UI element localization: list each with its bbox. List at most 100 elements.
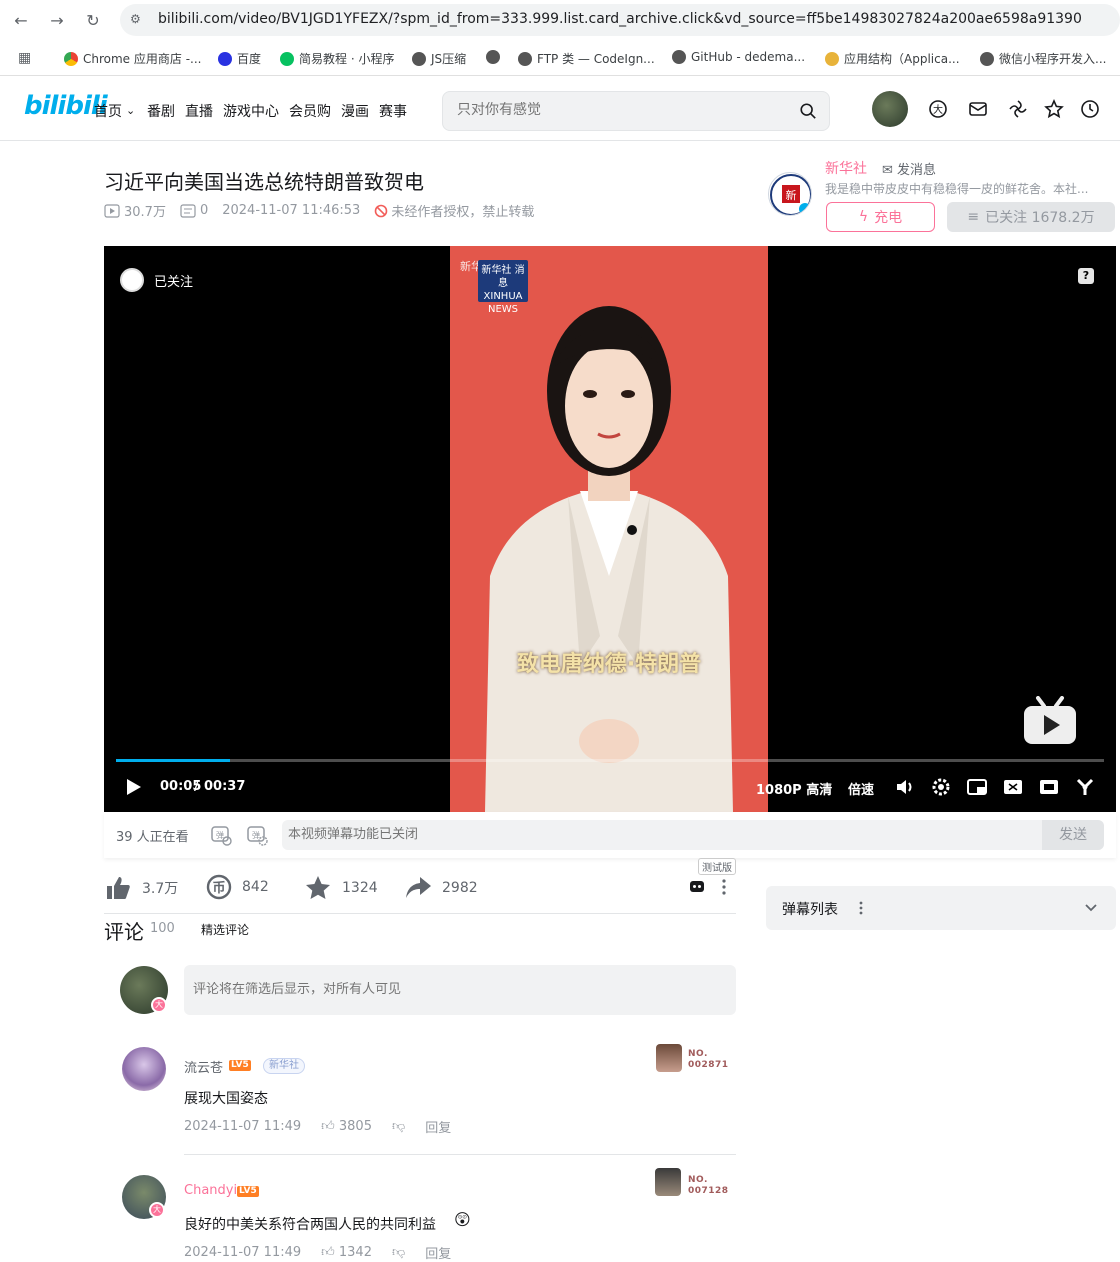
favorite-button[interactable]: 1324	[304, 874, 378, 902]
message-icon[interactable]	[968, 99, 988, 119]
volume-icon[interactable]	[894, 776, 916, 798]
bookmark-item[interactable]: 百度	[218, 50, 261, 67]
decoration-card-image	[655, 1168, 681, 1196]
search-input[interactable]	[457, 102, 777, 118]
danmaku-toggle-icon[interactable]: 弹	[210, 824, 232, 846]
progress-bar[interactable]	[116, 759, 1104, 762]
emoji-icon: 😲	[454, 1210, 471, 1229]
chevron-down-icon[interactable]: ⌄	[126, 104, 135, 117]
speed-selector[interactable]: 倍速	[848, 779, 874, 798]
svg-text:币: 币	[212, 881, 225, 896]
xinhua-news-logo: 新华社 消 息 XINHUA NEWS	[478, 260, 528, 315]
nav-game[interactable]: 游戏中心	[223, 101, 279, 121]
video-title: 习近平向美国当选总统特朗普致贺电	[104, 170, 424, 194]
player-follow-badge[interactable]: 已关注	[120, 268, 193, 292]
thumbs-down-icon[interactable]: 👎︎	[392, 1119, 405, 1134]
nav-match[interactable]: 赛事	[379, 101, 407, 121]
uploader-name[interactable]: 新华社	[825, 158, 867, 178]
comment-avatar[interactable]	[122, 1047, 166, 1091]
danmaku-bar: 39 人正在看 弹 弹 发送	[104, 812, 1116, 858]
quality-selector[interactable]: 1080P 高清	[756, 779, 832, 798]
ai-assistant-icon[interactable]	[688, 878, 706, 894]
help-icon[interactable]: ?	[1078, 268, 1094, 284]
comment-user-name[interactable]: 流云苍	[184, 1057, 223, 1076]
history-icon[interactable]	[1080, 99, 1100, 119]
danmaku-list-panel[interactable]: 弹幕列表	[766, 886, 1116, 930]
comments-count: 100	[150, 921, 175, 936]
bilibili-tv-icon[interactable]	[1022, 696, 1078, 746]
back-icon[interactable]: ←	[10, 10, 32, 32]
comment-like-button[interactable]: 👍︎ 3805	[321, 1119, 372, 1134]
address-bar[interactable]: ⚙ bilibili.com/video/BV1JGD1YFEZX/?spm_i…	[120, 4, 1120, 36]
more-icon[interactable]	[858, 900, 864, 916]
settings-icon[interactable]	[930, 776, 952, 798]
bookmark-item[interactable]: 微信小程序开发入...	[980, 50, 1106, 67]
comment-time: 2024-11-07 11:49	[184, 1119, 302, 1134]
thumbs-up-icon	[107, 877, 130, 899]
video-frame[interactable]: 新华社 bilibili 新华社 消 息 XINHUA NEWS 致电唐纳德·特…	[450, 246, 768, 812]
comment-divider	[184, 1154, 736, 1155]
xinhua-logo-icon: 新	[770, 174, 811, 215]
search-box[interactable]	[442, 91, 830, 131]
uploader-avatar[interactable]: 新	[768, 172, 812, 216]
bookmark-item[interactable]: 应用结构（Applica...	[825, 50, 960, 67]
beta-tag: 测试版	[698, 858, 736, 875]
reload-icon[interactable]: ↻	[82, 10, 104, 32]
web-fullscreen-icon[interactable]	[1038, 776, 1060, 798]
bookmarks-bar: ▦ Chrome 应用商店 -... 百度 简易教程 · 小程序 JS压缩 FT…	[0, 40, 1120, 76]
comment-box[interactable]	[184, 965, 736, 1015]
search-icon[interactable]	[799, 102, 817, 120]
url-text[interactable]: bilibili.com/video/BV1JGD1YFEZX/?spm_id_…	[158, 11, 1082, 27]
comment-text: 展现大国姿态	[184, 1091, 268, 1107]
reply-button[interactable]: 回复	[425, 1117, 451, 1136]
send-danmaku-button[interactable]: 发送	[1042, 820, 1104, 850]
coin-button[interactable]: 币 842	[206, 874, 269, 900]
video-player[interactable]: 新华社 bilibili 新华社 消 息 XINHUA NEWS 致电唐纳德·特…	[104, 246, 1116, 812]
chevron-down-icon[interactable]	[1084, 902, 1098, 914]
comments-title: 评论	[104, 920, 144, 944]
vip-icon[interactable]: 大	[928, 99, 948, 119]
avatar[interactable]	[872, 91, 908, 127]
widescreen-icon[interactable]	[1002, 776, 1024, 798]
bookmark-item[interactable]: JS压缩	[412, 50, 466, 67]
favorite-icon[interactable]	[1044, 99, 1064, 119]
bookmark-item[interactable]: Chrome 应用商店 -...	[64, 50, 201, 67]
more-icon[interactable]	[720, 878, 728, 896]
user-level-badge: LV5	[237, 1186, 259, 1197]
apps-icon[interactable]: ▦	[18, 50, 31, 66]
send-message-link[interactable]: ✉ 发消息	[882, 159, 936, 178]
play-count-icon	[104, 203, 120, 218]
nav-home[interactable]: 首页	[94, 101, 122, 121]
comments-filter[interactable]: 精选评论	[201, 921, 249, 938]
share-icon	[406, 877, 431, 898]
like-button[interactable]: 3.7万	[104, 874, 178, 902]
danmaku-settings-icon[interactable]: 弹	[246, 824, 268, 846]
bookmark-item[interactable]: FTP 类 — CodeIgn...	[518, 50, 655, 67]
dynamic-icon[interactable]	[1008, 99, 1028, 119]
nav-live[interactable]: 直播	[185, 101, 213, 121]
nav-manga[interactable]: 漫画	[341, 101, 369, 121]
view-count: 30.7万	[104, 201, 166, 220]
follow-button[interactable]: ≡ 已关注 1678.2万	[947, 202, 1115, 232]
forward-icon[interactable]: →	[46, 10, 68, 32]
reply-button[interactable]: 回复	[425, 1243, 451, 1262]
play-icon[interactable]	[122, 776, 144, 798]
comment-user-name[interactable]: Chandyi	[184, 1183, 237, 1198]
fullscreen-icon[interactable]	[1074, 776, 1096, 798]
danmaku-input[interactable]	[288, 827, 988, 842]
comment-input[interactable]	[193, 982, 713, 997]
bookmark-item[interactable]: GitHub - dedema...	[672, 50, 805, 64]
fan-medal: 新华社	[263, 1058, 305, 1074]
charge-button[interactable]: ϟ 充电	[826, 202, 935, 232]
pip-icon[interactable]	[966, 776, 988, 798]
copyright-notice: 未经作者授权，禁止转载	[374, 201, 534, 220]
site-info-icon[interactable]: ⚙	[130, 12, 146, 28]
video-subtitle: 致电唐纳德·特朗普	[516, 652, 702, 677]
share-button[interactable]: 2982	[404, 874, 478, 902]
bookmark-item[interactable]	[486, 50, 505, 64]
bookmark-item[interactable]: 简易教程 · 小程序	[280, 50, 394, 67]
nav-anime[interactable]: 番剧	[147, 101, 175, 121]
danmaku-list-title: 弹幕列表	[782, 902, 838, 918]
uploader-desc: 我是稳中带皮皮中有稳稳得一皮的鲜花舍。本社...	[825, 182, 1089, 196]
nav-shop[interactable]: 会员购	[289, 101, 331, 121]
